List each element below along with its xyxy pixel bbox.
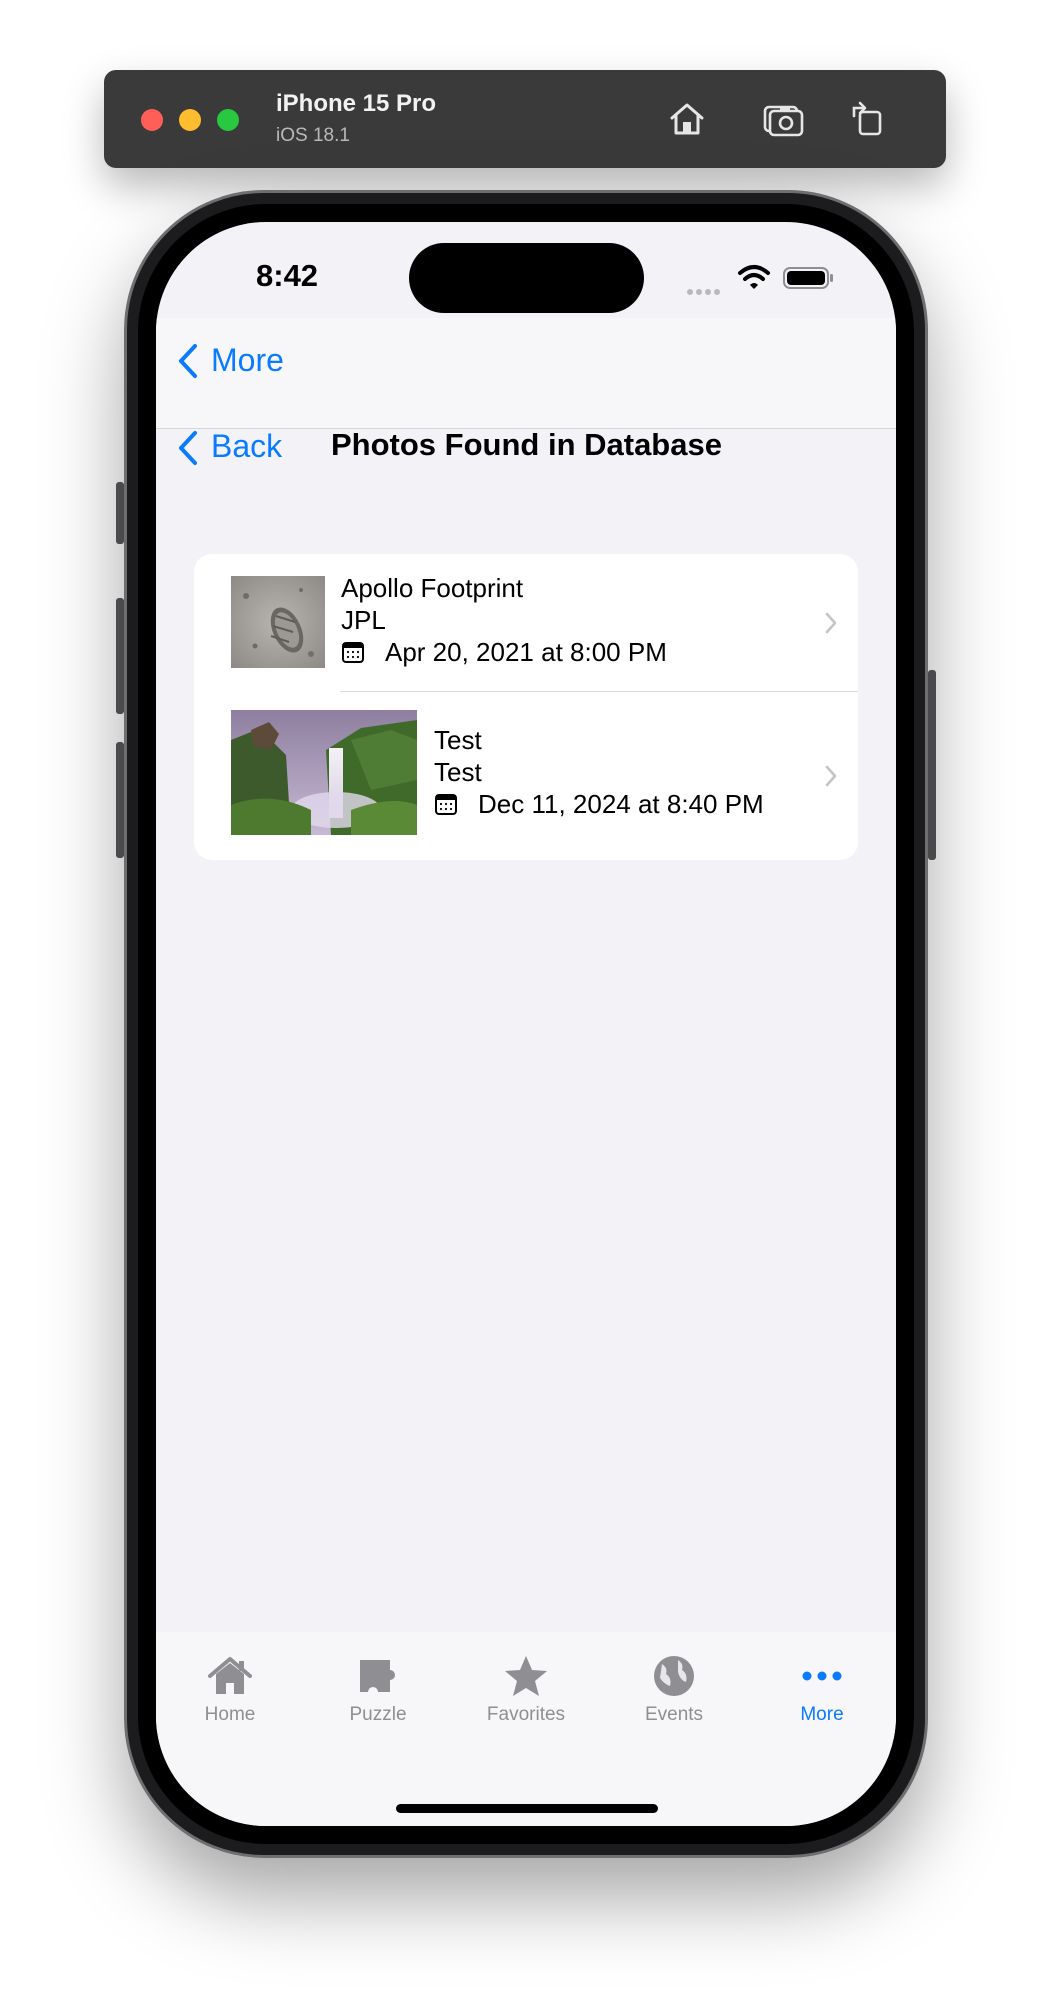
more-navigation-bar: More — [156, 318, 896, 429]
back-button[interactable]: Back — [211, 428, 282, 465]
list-item[interactable]: Test Test Dec 11, 2024 at 8:40 PM — [194, 692, 858, 860]
chevron-left-icon[interactable] — [176, 429, 200, 467]
wifi-icon — [738, 265, 770, 289]
tab-bar: Home Puzzle Favorites Events More — [156, 1632, 896, 1826]
action-button — [116, 482, 124, 544]
star-icon — [505, 1656, 547, 1696]
tab-home[interactable]: Home — [156, 1632, 304, 1732]
photo-title: Apollo Footprint — [341, 573, 524, 603]
camera-icon — [763, 105, 804, 137]
house-icon — [670, 103, 704, 135]
volume-down-button — [116, 742, 124, 858]
photo-date: Apr 20, 2021 at 8:00 PM — [385, 637, 667, 667]
status-time: 8:42 — [256, 258, 319, 293]
screenshot-button[interactable] — [760, 96, 806, 142]
power-button — [928, 670, 936, 860]
close-window-button[interactable] — [141, 109, 163, 131]
device-name: iPhone 15 Pro — [276, 90, 437, 117]
puzzle-icon — [360, 1660, 395, 1692]
tab-label: Puzzle — [349, 1704, 407, 1725]
home-button[interactable] — [664, 96, 710, 142]
chevron-right-icon — [825, 612, 837, 634]
dynamic-island — [409, 243, 644, 313]
footprint-thumbnail — [231, 576, 325, 668]
rotate-icon — [852, 101, 882, 136]
photo-date-line: Apr 20, 2021 at 8:00 PM — [341, 636, 667, 668]
simulator-title-bar: iPhone 15 Pro iOS 18.1 — [104, 70, 946, 168]
chevron-right-icon — [825, 765, 837, 787]
os-version: iOS 18.1 — [276, 125, 350, 146]
list-item[interactable]: Apollo Footprint JPL Apr 20, 2021 at 8:0… — [194, 554, 858, 692]
tab-label: Favorites — [486, 1704, 566, 1725]
ellipsis-icon — [802, 1671, 842, 1681]
globe-icon — [654, 1656, 694, 1696]
tab-events[interactable]: Events — [600, 1632, 748, 1732]
more-back-button[interactable]: More — [211, 342, 284, 379]
minimize-window-button[interactable] — [179, 109, 201, 131]
photo-date: Dec 11, 2024 at 8:40 PM — [478, 789, 764, 819]
chevron-left-icon[interactable] — [176, 342, 200, 380]
tab-more[interactable]: More — [748, 1632, 896, 1732]
waterfall-thumbnail — [231, 710, 417, 835]
tab-label: Home — [204, 1704, 256, 1725]
cellular-signal-icon — [687, 282, 723, 300]
photo-details: Test Test Dec 11, 2024 at 8:40 PM — [434, 724, 764, 820]
battery-icon — [783, 267, 833, 289]
rotate-button[interactable] — [844, 96, 890, 142]
photo-title: Test — [434, 725, 482, 755]
page-title: Photos Found in Database — [331, 427, 722, 462]
tab-label: More — [800, 1704, 844, 1725]
calendar-icon — [342, 642, 364, 663]
photo-details: Apollo Footprint JPL Apr 20, 2021 at 8:0… — [341, 572, 667, 668]
zoom-window-button[interactable] — [217, 109, 239, 131]
calendar-icon — [435, 794, 457, 815]
photo-source: Test — [434, 757, 482, 787]
phone-screen: 8:42 More Back Photos Found in Database — [156, 222, 896, 1826]
tab-label: Events — [644, 1704, 704, 1725]
tab-favorites[interactable]: Favorites — [452, 1632, 600, 1732]
photo-source: JPL — [341, 605, 386, 635]
photo-date-line: Dec 11, 2024 at 8:40 PM — [434, 788, 764, 820]
home-indicator[interactable] — [396, 1804, 658, 1813]
photo-list: Apollo Footprint JPL Apr 20, 2021 at 8:0… — [194, 554, 858, 860]
volume-up-button — [116, 598, 124, 714]
house-icon — [208, 1657, 252, 1694]
tab-puzzle[interactable]: Puzzle — [304, 1632, 452, 1732]
